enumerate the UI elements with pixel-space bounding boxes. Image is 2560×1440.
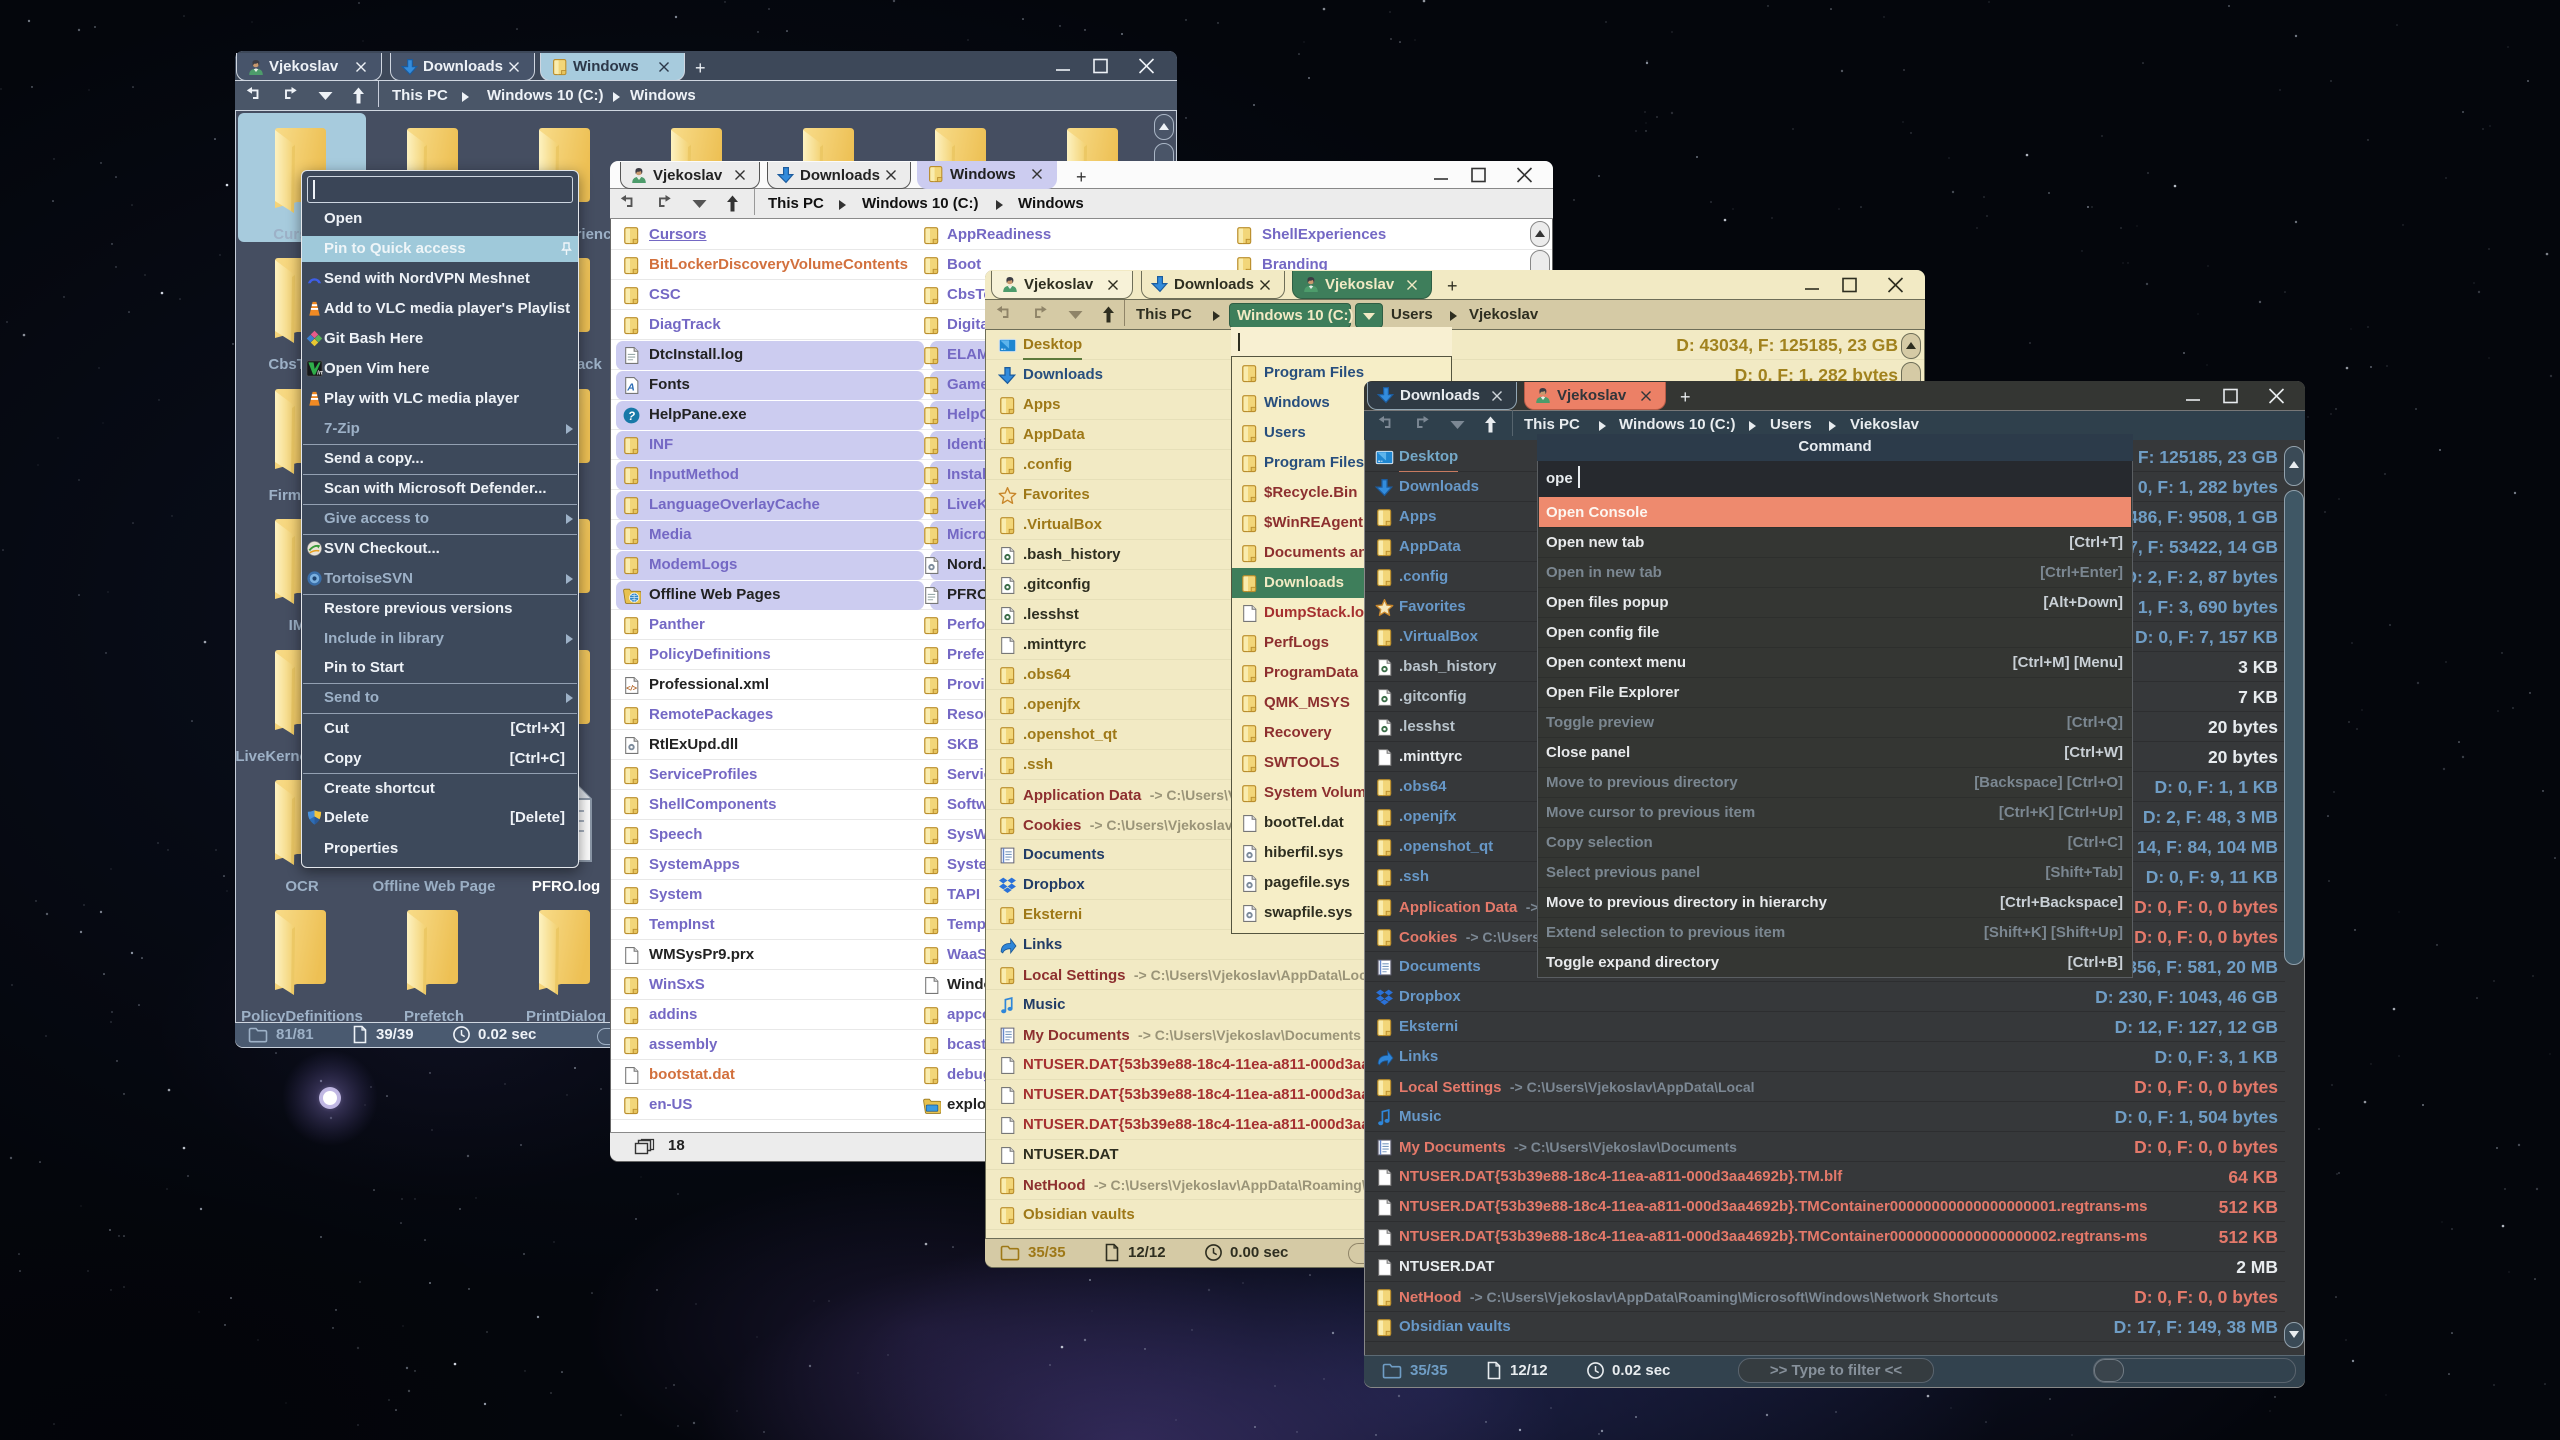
svg-text:im: im <box>317 370 323 377</box>
svg-text:?: ? <box>628 410 635 423</box>
svg-text:</>: </> <box>626 683 637 692</box>
svg-text:A: A <box>626 381 635 393</box>
